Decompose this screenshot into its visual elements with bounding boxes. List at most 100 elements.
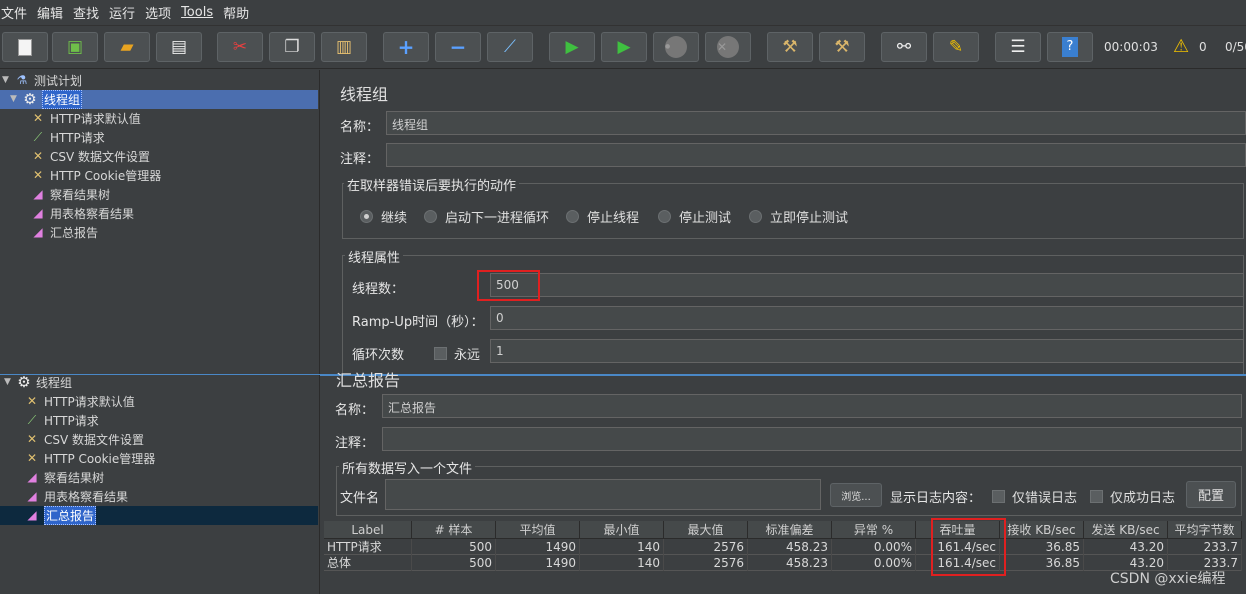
column-header[interactable]: 平均值 bbox=[496, 521, 580, 539]
menu-help[interactable]: 帮助 bbox=[222, 3, 256, 22]
errors-only-checkbox[interactable]: 仅错误日志 bbox=[992, 487, 1077, 506]
tree-item-table-results[interactable]: ◢ 用表格察看结果 bbox=[24, 487, 128, 505]
radio-dot bbox=[749, 210, 762, 223]
function-helper-button[interactable]: ☰ bbox=[995, 32, 1041, 62]
radio-dot bbox=[566, 210, 579, 223]
expand-arrow-icon[interactable]: ▼ bbox=[4, 377, 14, 387]
column-header[interactable]: 接收 KB/sec bbox=[1000, 521, 1084, 539]
open-button[interactable]: ▰ bbox=[104, 32, 150, 62]
rampup-field[interactable]: 0 bbox=[490, 306, 1244, 330]
tree-item-cookie-manager[interactable]: ✕ HTTP Cookie管理器 bbox=[30, 166, 161, 184]
success-only-checkbox[interactable]: 仅成功日志 bbox=[1090, 487, 1175, 506]
column-header[interactable]: 最小值 bbox=[580, 521, 664, 539]
save-icon: ▤ bbox=[170, 37, 188, 57]
start-no-pause-button[interactable]: ▶ bbox=[601, 32, 647, 62]
filename-field[interactable] bbox=[385, 479, 821, 510]
column-header[interactable]: 平均字节数 bbox=[1168, 521, 1242, 539]
tree-item-table-results[interactable]: ◢ 用表格察看结果 bbox=[30, 204, 134, 222]
name-label: 名称： bbox=[335, 403, 375, 418]
tree-item-test-plan[interactable]: ▼ ⚗ 测试计划 bbox=[2, 71, 82, 89]
menu-options[interactable]: 选项 bbox=[144, 3, 178, 22]
name-field[interactable]: 线程组 bbox=[386, 111, 1246, 135]
tree-item-cookie-manager[interactable]: ✕ HTTP Cookie管理器 bbox=[24, 449, 155, 467]
comment-label: 注释： bbox=[340, 152, 380, 167]
tree-item-csv-config[interactable]: ✕ CSV 数据文件设置 bbox=[24, 430, 144, 448]
clear-button[interactable]: ⚒ bbox=[767, 32, 813, 62]
error-action-group-title: 在取样器错误后要执行的动作 bbox=[344, 175, 520, 194]
tree-item-thread-group[interactable]: ▼ ⚙ 线程组 bbox=[10, 89, 83, 109]
copy-button[interactable]: ❐ bbox=[269, 32, 315, 62]
toolbar: ▣ ▰ ▤ ✂ ❐ ▥ + − ⟋ ▶ ▶ ● ✕ ⚒ ⚒ ⚯ ✎ ☰ ? 00… bbox=[0, 27, 1246, 69]
configure-button[interactable]: 配置 bbox=[1186, 481, 1236, 508]
tree-item-http-defaults[interactable]: ✕ HTTP请求默认值 bbox=[30, 109, 141, 127]
checkbox-box bbox=[992, 490, 1005, 503]
search-button[interactable]: ⚯ bbox=[881, 32, 927, 62]
listener-icon: ◢ bbox=[33, 187, 43, 201]
paste-button[interactable]: ▥ bbox=[321, 32, 367, 62]
tree-item-http-request[interactable]: ⟋ HTTP请求 bbox=[24, 411, 99, 429]
tree-item-view-results-tree[interactable]: ◢ 察看结果树 bbox=[30, 185, 110, 203]
new-button[interactable] bbox=[2, 32, 48, 62]
column-header[interactable]: 最大值 bbox=[664, 521, 748, 539]
expand-arrow-icon[interactable]: ▼ bbox=[2, 75, 12, 85]
threads-field[interactable]: 500 bbox=[490, 273, 1244, 297]
name-field[interactable]: 汇总报告 bbox=[382, 394, 1242, 418]
expand-arrow-icon[interactable]: ▼ bbox=[10, 94, 20, 104]
radio-stop-test[interactable]: 停止测试 bbox=[658, 207, 731, 226]
table-cell: 总体 bbox=[324, 555, 412, 571]
tree-item-summary-report[interactable]: ◢ 汇总报告 bbox=[24, 505, 97, 525]
column-header[interactable]: 标准偏差 bbox=[748, 521, 832, 539]
loop-count-field[interactable]: 1 bbox=[490, 339, 1244, 363]
table-row[interactable]: HTTP请求 500 1490 140 2576 458.23 0.00% 16… bbox=[324, 539, 1242, 555]
table-header: Label # 样本 平均值 最小值 最大值 标准偏差 异常 % 吞吐量 接收 … bbox=[324, 521, 1242, 539]
start-no-pause-icon: ▶ bbox=[617, 37, 631, 57]
table-row[interactable]: 总体 500 1490 140 2576 458.23 0.00% 161.4/… bbox=[324, 555, 1242, 571]
column-header[interactable]: Label bbox=[324, 521, 412, 539]
clear-all-button[interactable]: ⚒ bbox=[819, 32, 865, 62]
rampup-label: Ramp-Up时间（秒）： bbox=[352, 315, 484, 330]
function-helper-icon: ☰ bbox=[1010, 37, 1026, 57]
radio-start-next-loop[interactable]: 启动下一进程循环 bbox=[424, 207, 549, 226]
tree-item-summary-report[interactable]: ◢ 汇总报告 bbox=[30, 223, 98, 241]
templates-button[interactable]: ▣ bbox=[52, 32, 98, 62]
tree-item-http-request[interactable]: ⟋ HTTP请求 bbox=[30, 128, 105, 146]
radio-stop-test-now[interactable]: 立即停止测试 bbox=[749, 207, 848, 226]
table-cell: 1490 bbox=[496, 539, 580, 555]
comment-field[interactable] bbox=[382, 427, 1242, 451]
cut-icon: ✂ bbox=[232, 37, 248, 57]
tree-item-csv-config[interactable]: ✕ CSV 数据文件设置 bbox=[30, 147, 150, 165]
column-header[interactable]: # 样本 bbox=[412, 521, 496, 539]
menu-tools[interactable]: Tools bbox=[180, 5, 220, 20]
copy-icon: ❐ bbox=[284, 37, 300, 57]
radio-stop-thread[interactable]: 停止线程 bbox=[566, 207, 639, 226]
comment-field[interactable] bbox=[386, 143, 1246, 167]
shutdown-button[interactable]: ✕ bbox=[705, 32, 751, 62]
help-button[interactable]: ? bbox=[1047, 32, 1093, 62]
menu-edit[interactable]: 编辑 bbox=[36, 3, 70, 22]
tree-item-thread-group[interactable]: ▼ ⚙ 线程组 bbox=[4, 373, 72, 391]
column-header[interactable]: 发送 KB/sec bbox=[1084, 521, 1168, 539]
menu-run[interactable]: 运行 bbox=[108, 3, 142, 22]
tree-item-view-results-tree[interactable]: ◢ 察看结果树 bbox=[24, 468, 104, 486]
browse-button[interactable]: 浏览... bbox=[830, 483, 882, 507]
save-button[interactable]: ▤ bbox=[156, 32, 202, 62]
sampler-icon: ⟋ bbox=[33, 129, 43, 144]
stop-button[interactable]: ● bbox=[653, 32, 699, 62]
collapse-button[interactable]: − bbox=[435, 32, 481, 62]
table-cell: 458.23 bbox=[748, 555, 832, 571]
toggle-button[interactable]: ⟋ bbox=[487, 32, 533, 62]
expand-button[interactable]: + bbox=[383, 32, 429, 62]
cut-button[interactable]: ✂ bbox=[217, 32, 263, 62]
reset-search-button[interactable]: ✎ bbox=[933, 32, 979, 62]
tree-item-http-defaults[interactable]: ✕ HTTP请求默认值 bbox=[24, 392, 135, 410]
column-header[interactable]: 异常 % bbox=[832, 521, 916, 539]
clear-icon: ⚒ bbox=[782, 37, 798, 57]
table-cell: 233.7 bbox=[1168, 539, 1242, 555]
menu-search[interactable]: 查找 bbox=[72, 3, 106, 22]
radio-continue[interactable]: 继续 bbox=[360, 207, 407, 226]
forever-checkbox[interactable]: 永远 bbox=[434, 344, 480, 363]
menu-file[interactable]: 文件 bbox=[0, 3, 34, 22]
start-button[interactable]: ▶ bbox=[549, 32, 595, 62]
config-icon: ✕ bbox=[26, 394, 38, 408]
reset-search-icon: ✎ bbox=[948, 37, 964, 57]
